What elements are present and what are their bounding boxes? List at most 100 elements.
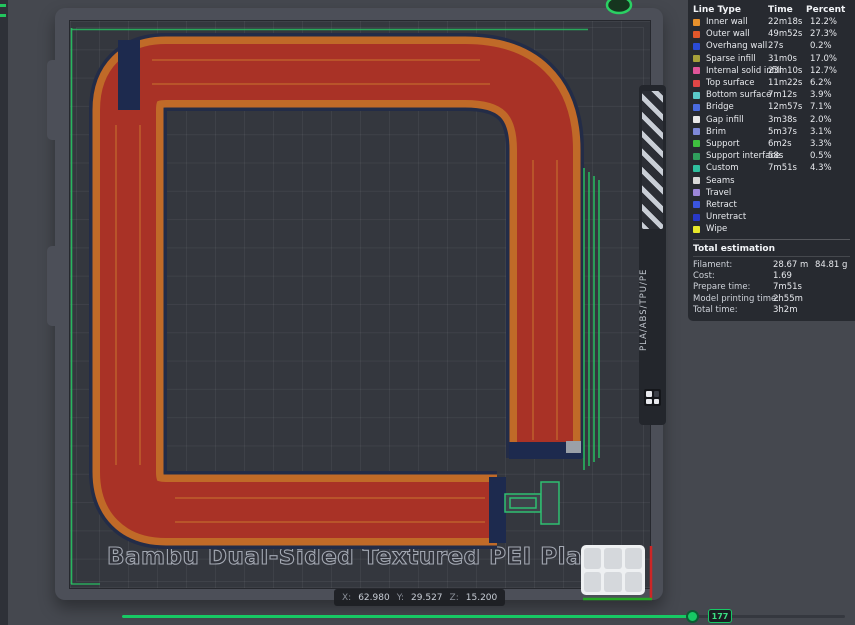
plate-material-label: PLA/ABS/TPU/PE: [639, 268, 649, 352]
line-type-time: 7m51s: [768, 163, 797, 174]
line-type-time: 49m52s: [768, 29, 803, 40]
line-type-percent: 27.3%: [810, 29, 838, 40]
legend-row-custom[interactable]: Custom 7m51s 4.3%: [693, 162, 850, 174]
slicer-preview-window: PLA/ABS/TPU/PE Bambu Dual-Sided Textured…: [0, 0, 855, 625]
total-row-model-printing-time: Model printing time: 2h55m: [693, 293, 850, 304]
line-type-swatch: [693, 189, 700, 197]
left-panel-edge: [0, 0, 8, 625]
legend-row-wipe[interactable]: Wipe: [693, 223, 850, 235]
z-value: 15.200: [465, 592, 498, 603]
layer-slider-handle[interactable]: [686, 609, 699, 623]
line-type-time: 3m38s: [768, 114, 797, 125]
line-type-percent: 0.5%: [810, 151, 832, 162]
line-type-label: Support interface: [706, 151, 781, 162]
line-type-swatch: [693, 140, 700, 148]
line-type-percent: 3.3%: [810, 138, 832, 149]
line-type-percent: 2.0%: [810, 114, 832, 125]
legend-row-brim[interactable]: Brim 5m37s 3.1%: [693, 126, 850, 138]
line-type-time: 7m12s: [768, 90, 797, 101]
legend-row-internal-solid-infill[interactable]: Internal solid infill 23m10s 12.7%: [693, 65, 850, 77]
line-type-percent: 17.0%: [810, 53, 838, 64]
total-label: Model printing time:: [693, 293, 780, 304]
total-label: Cost:: [693, 271, 715, 282]
line-type-label: Retract: [706, 199, 737, 210]
legend-row-gap-infill[interactable]: Gap infill 3m38s 2.0%: [693, 114, 850, 126]
x-value: 62.980: [358, 592, 390, 603]
total-label: Filament:: [693, 259, 733, 270]
legend-row-unretract[interactable]: Unretract: [693, 211, 850, 223]
total-label: Total time:: [693, 304, 738, 315]
total-value: 2h55m: [773, 293, 803, 304]
line-type-swatch: [693, 103, 700, 111]
layer-slider-track[interactable]: [122, 615, 845, 618]
total-value: 1.69: [773, 271, 792, 282]
line-type-percent: 12.2%: [810, 17, 838, 28]
line-type-swatch: [693, 42, 700, 50]
line-type-label: Internal solid infill: [706, 65, 782, 76]
line-type-label: Custom: [706, 163, 739, 174]
coordinate-readout: X: 62.980 Y: 29.527 Z: 15.200: [334, 589, 506, 606]
total-value: 3h2m: [773, 304, 798, 315]
line-type-label: Unretract: [706, 212, 747, 223]
line-type-percent: 4.3%: [810, 163, 832, 174]
line-type-swatch: [693, 116, 700, 124]
line-type-time: 22m18s: [768, 17, 803, 28]
legend-row-sparse-infill[interactable]: Sparse infill 31m0s 17.0%: [693, 53, 850, 65]
y-label: Y:: [396, 592, 405, 603]
legend-row-seams[interactable]: Seams: [693, 174, 850, 186]
line-type-time: 6m2s: [768, 138, 792, 149]
total-row-total-time: Total time: 3h2m: [693, 304, 850, 315]
total-label: Prepare time:: [693, 282, 751, 293]
plate-clip-tab: [47, 246, 57, 326]
line-type-label: Top surface: [706, 78, 755, 89]
plate-side-strip: PLA/ABS/TPU/PE: [639, 85, 666, 425]
build-plate[interactable]: PLA/ABS/TPU/PE Bambu Dual-Sided Textured…: [47, 8, 666, 600]
line-type-swatch: [693, 152, 700, 160]
line-type-percent: 3.9%: [810, 90, 832, 101]
line-type-swatch: [693, 213, 700, 221]
line-type-label: Outer wall: [706, 29, 750, 40]
total-estimation-title: Total estimation: [693, 243, 850, 258]
line-type-swatch: [693, 225, 700, 233]
legend-row-overhang-wall[interactable]: Overhang wall 27s 0.2%: [693, 40, 850, 52]
total-row-cost: Cost: 1.69: [693, 271, 850, 282]
line-type-swatch: [693, 67, 700, 75]
legend-row-retract[interactable]: Retract: [693, 199, 850, 211]
green-marker: [0, 14, 6, 17]
plate-brand-label: Bambu Dual-Sided Textured PEI Plate: [106, 543, 610, 570]
z-label: Z:: [449, 592, 459, 603]
line-type-percent: 12.7%: [810, 65, 838, 76]
legend-row-top-surface[interactable]: Top surface 11m22s 6.2%: [693, 77, 850, 89]
line-type-swatch: [693, 164, 700, 172]
line-type-percent: 7.1%: [810, 102, 832, 113]
line-type-time: 31m0s: [768, 53, 797, 64]
line-type-label: Bridge: [706, 102, 734, 113]
qr-code-icon: [644, 389, 661, 406]
line-type-time: 58s: [768, 151, 784, 162]
line-type-time: 27s: [768, 41, 784, 52]
line-type-swatch: [693, 18, 700, 26]
line-type-swatch: [693, 91, 700, 99]
line-type-time: 12m57s: [768, 102, 803, 113]
line-type-label: Brim: [706, 126, 726, 137]
line-type-time: 23m10s: [768, 65, 803, 76]
total-value2: 84.81 g: [815, 259, 848, 270]
legend-row-outer-wall[interactable]: Outer wall 49m52s 27.3%: [693, 28, 850, 40]
col-time: Time: [768, 4, 793, 15]
legend-row-bottom-surface[interactable]: Bottom surface 7m12s 3.9%: [693, 89, 850, 101]
plate-grid-icon[interactable]: [581, 545, 645, 595]
legend-row-inner-wall[interactable]: Inner wall 22m18s 12.2%: [693, 16, 850, 28]
line-type-label: Inner wall: [706, 17, 748, 28]
line-type-time: 5m37s: [768, 126, 797, 137]
hazard-stripes-marker: [642, 91, 663, 229]
line-type-label: Sparse infill: [706, 53, 756, 64]
line-type-swatch: [693, 177, 700, 185]
legend-row-travel[interactable]: Travel: [693, 187, 850, 199]
legend-row-bridge[interactable]: Bridge 12m57s 7.1%: [693, 101, 850, 113]
line-type-swatch: [693, 128, 700, 136]
legend-row-support[interactable]: Support 6m2s 3.3%: [693, 138, 850, 150]
total-value: 7m51s: [773, 282, 802, 293]
legend-row-support-interface[interactable]: Support interface 58s 0.5%: [693, 150, 850, 162]
line-type-swatch: [693, 79, 700, 87]
total-estimation-section: Total estimation Filament: 28.67 m 84.81…: [693, 239, 850, 315]
